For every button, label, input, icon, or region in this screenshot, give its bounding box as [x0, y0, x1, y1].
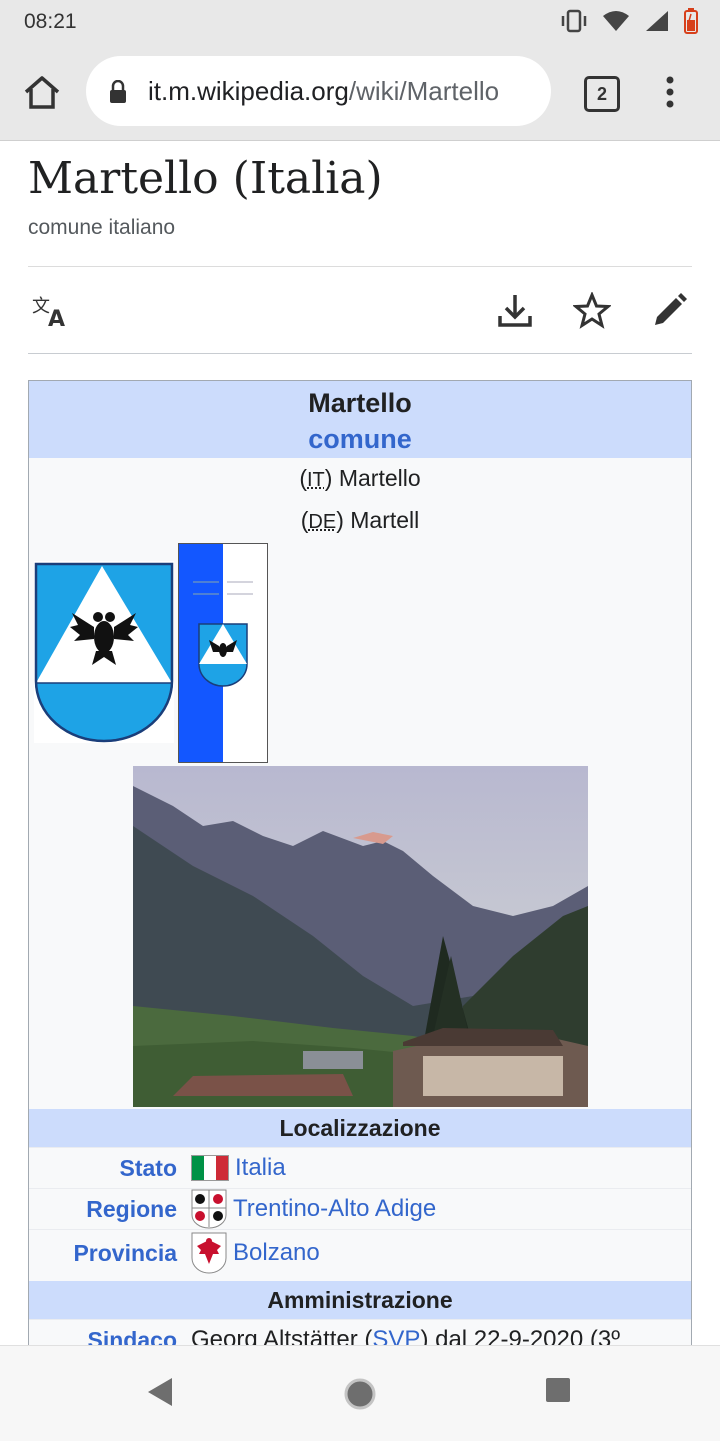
section-header-administration: Amministrazione — [29, 1281, 691, 1319]
province-coat-of-arms-icon — [191, 1232, 227, 1274]
row-value-stato: Italia — [187, 1148, 691, 1188]
row-value-provincia: Bolzano — [187, 1230, 691, 1276]
lang-code-de: DE — [308, 511, 337, 533]
divider — [28, 266, 692, 267]
status-icons — [560, 8, 698, 34]
infobox-header: Martello comune — [29, 381, 691, 458]
infobox: Martello comune (IT) Martello (DE) Marte… — [28, 380, 692, 1346]
recents-square-icon[interactable] — [544, 1376, 572, 1404]
name-de-value: Martell — [350, 507, 420, 533]
url-path: /wiki/Martello — [348, 76, 500, 106]
link-trentino-alto-adige[interactable]: Trentino-Alto Adige — [233, 1189, 436, 1229]
infobox-type-link[interactable]: comune — [29, 421, 691, 457]
status-time: 08:21 — [24, 10, 77, 33]
svg-text:A: A — [48, 307, 65, 328]
download-icon[interactable] — [496, 292, 534, 330]
coat-of-arms[interactable] — [34, 561, 174, 743]
divider — [28, 353, 692, 354]
infobox-names: (IT) Martello (DE) Martell — [29, 458, 691, 542]
location-rows: Stato Italia Regione Trentino-Alto Adige… — [29, 1147, 691, 1276]
section-header-location: Localizzazione — [29, 1109, 691, 1147]
more-menu-icon[interactable] — [660, 74, 680, 110]
name-it-value: Martello — [338, 465, 421, 491]
name-de: (DE) Martell — [300, 507, 420, 533]
page-actions: 文 A — [28, 282, 692, 342]
row-value-sindaco: Georg Altstätter (SVP) dal 22-9-2020 (3º — [187, 1320, 691, 1346]
system-nav-bar — [0, 1345, 720, 1441]
url-bar[interactable]: it.m.wikipedia.org/wiki/Martello — [86, 56, 551, 126]
link-bolzano[interactable]: Bolzano — [233, 1230, 320, 1276]
row-stato: Stato Italia — [29, 1147, 691, 1188]
star-icon[interactable] — [573, 292, 611, 330]
infobox-title: Martello — [308, 388, 412, 418]
link-svp[interactable]: SVP — [372, 1320, 420, 1345]
browser-toolbar: it.m.wikipedia.org/wiki/Martello 2 — [0, 44, 720, 141]
home-circle-icon[interactable] — [342, 1376, 378, 1412]
page-subtitle: comune italiano — [28, 216, 176, 239]
italy-flag-icon — [191, 1155, 229, 1181]
row-label-sindaco[interactable]: Sindaco — [29, 1320, 187, 1345]
row-label-provincia[interactable]: Provincia — [29, 1230, 187, 1276]
municipal-flag[interactable] — [178, 543, 268, 763]
page-title: Martello (Italia) — [28, 153, 383, 204]
back-icon[interactable] — [146, 1376, 174, 1408]
row-value-regione: Trentino-Alto Adige — [187, 1189, 691, 1229]
row-regione: Regione Trentino-Alto Adige — [29, 1188, 691, 1229]
mayor-term: ) dal 22-9-2020 (3º — [420, 1326, 620, 1346]
row-sindaco: Sindaco Georg Altstätter (SVP) dal 22-9-… — [29, 1319, 691, 1346]
row-provincia: Provincia Bolzano — [29, 1229, 691, 1276]
language-icon[interactable]: 文 A — [32, 294, 72, 328]
url-text[interactable]: it.m.wikipedia.org/wiki/Martello — [148, 76, 528, 107]
mayor-name: Georg Altstätter ( — [191, 1326, 373, 1346]
row-label-regione[interactable]: Regione — [29, 1189, 187, 1229]
battery-icon — [684, 8, 698, 34]
row-label-stato[interactable]: Stato — [29, 1148, 187, 1188]
landscape-photo[interactable] — [133, 766, 588, 1107]
status-bar: 08:21 — [0, 0, 720, 44]
link-italia[interactable]: Italia — [235, 1148, 286, 1188]
vibrate-icon — [561, 9, 587, 33]
tab-switcher-button[interactable]: 2 — [584, 76, 620, 112]
name-it: (IT) Martello — [299, 465, 421, 491]
region-coat-of-arms-icon — [191, 1189, 227, 1229]
signal-icon — [646, 11, 668, 31]
edit-pencil-icon[interactable] — [650, 292, 688, 330]
lang-code-it: IT — [307, 469, 325, 491]
url-domain: it.m.wikipedia.org — [148, 76, 349, 106]
wifi-icon — [603, 11, 629, 31]
lock-icon — [110, 80, 126, 103]
home-icon[interactable] — [22, 74, 62, 110]
